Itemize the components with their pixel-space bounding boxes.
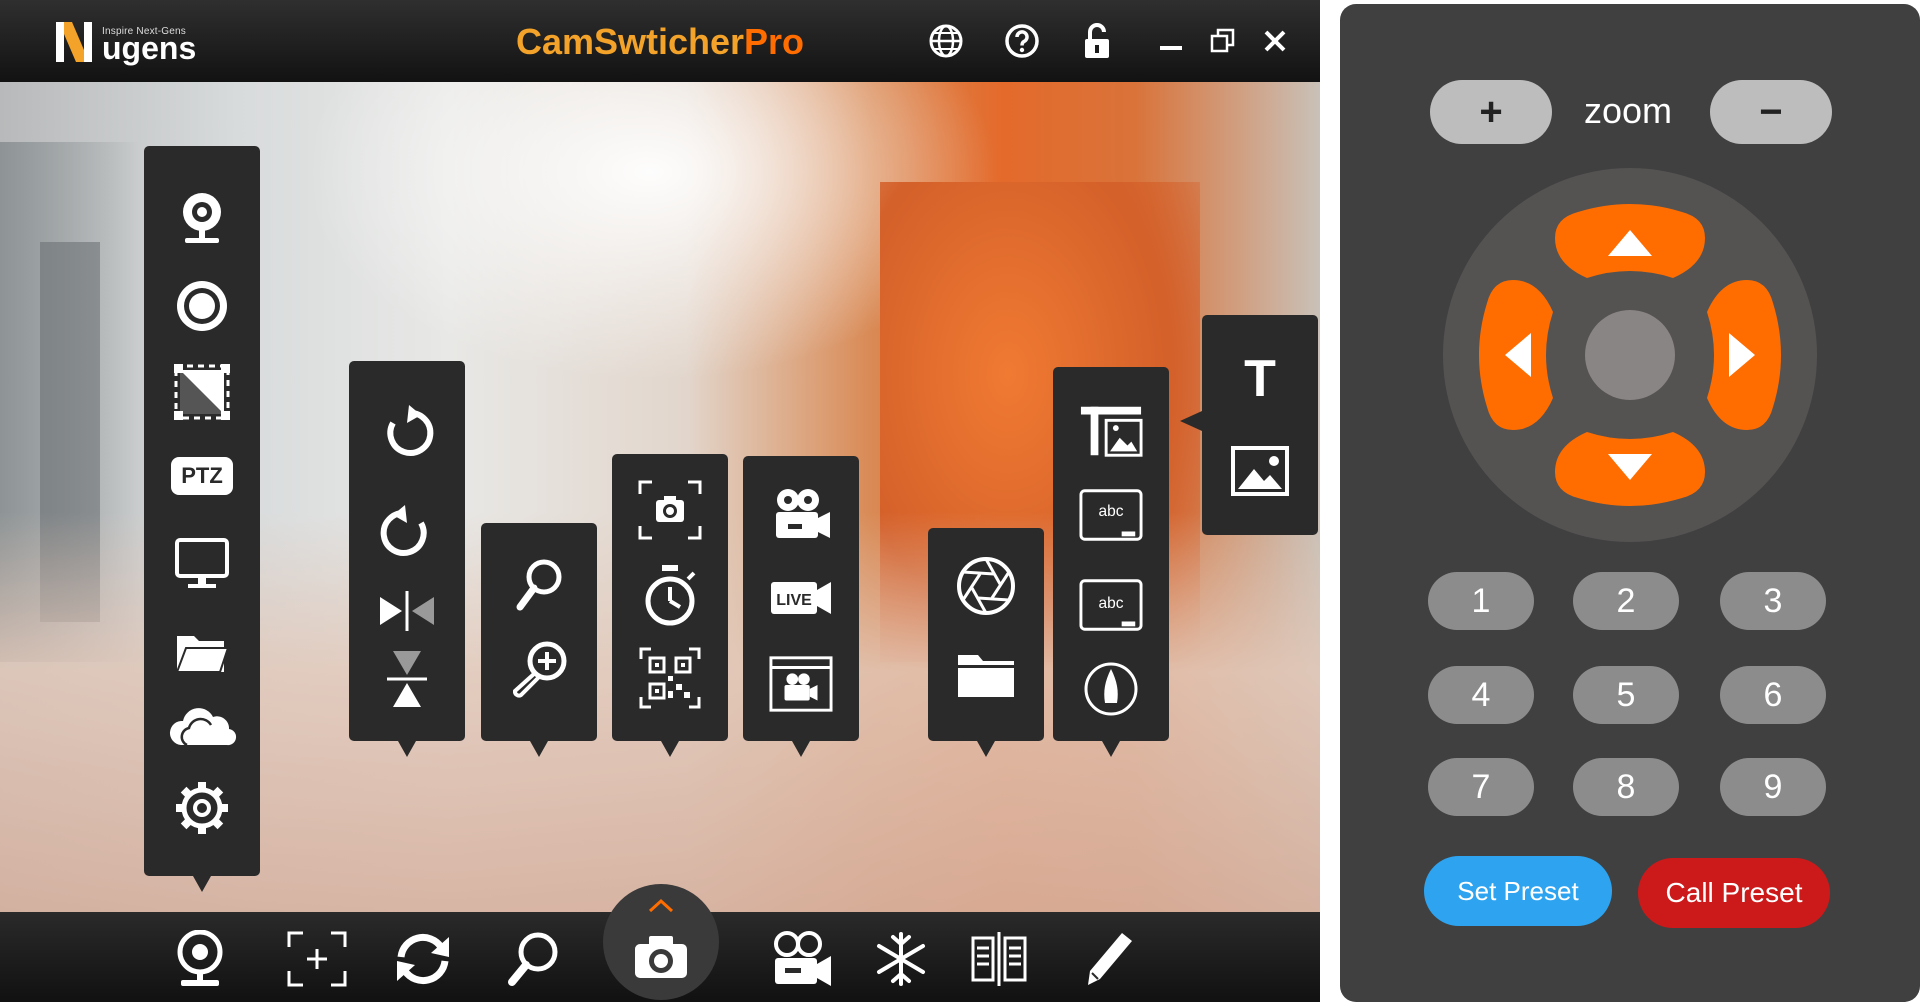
video-camera-icon[interactable] [769,482,833,546]
flip-vertical-icon[interactable] [375,647,439,711]
preset-button-8[interactable]: 8 [1573,758,1679,816]
zoom-out-button[interactable]: − [1710,80,1832,144]
restore-icon[interactable] [1202,20,1244,62]
preset-button-2[interactable]: 2 [1573,572,1679,630]
capture-tools-panel [612,454,728,757]
lens-icon[interactable] [170,274,234,338]
text-board-icon[interactable]: abc [1079,483,1143,547]
compare-icon[interactable] [966,926,1032,992]
live-icon[interactable]: LIVE [769,566,833,630]
pen-tip-icon[interactable] [1079,657,1143,721]
qr-code-icon[interactable] [638,646,702,710]
preset-button-5[interactable]: 5 [1573,666,1679,724]
camera-tools-panel: PTZ [144,146,260,892]
insert-tools-panel: T [1180,315,1318,535]
camera-icon [635,936,687,978]
live-label: LIVE [776,592,812,609]
pencil-icon[interactable] [1076,926,1142,992]
zoom-label: zoom [1583,90,1673,131]
ptz-label: PTZ [171,457,233,495]
text-icon[interactable]: T [1228,347,1292,411]
unlock-icon[interactable] [1076,20,1118,62]
preset-button-1[interactable]: 1 [1428,572,1534,630]
snapshot-icon[interactable] [638,478,702,542]
app-title-pro: Pro [744,21,805,62]
magnifier-icon[interactable] [500,926,566,992]
title-bar: Inspire Next-Gens ugens CamSwticherPro [0,0,1320,82]
rotate-ccw-icon[interactable] [375,401,439,465]
app-title: CamSwticherPro [0,22,1320,62]
zoom-in-button[interactable]: + [1430,80,1552,144]
video-camera-icon[interactable] [769,926,835,992]
preset-button-9[interactable]: 9 [1720,758,1826,816]
focus-frame-icon[interactable] [284,926,350,992]
zoom-tools-panel [481,523,597,757]
capture-button[interactable] [603,884,719,1000]
files-tools-panel [928,528,1044,757]
aperture-icon[interactable] [954,554,1018,618]
abc-label: abc [1099,503,1124,520]
direction-pad [1443,168,1817,542]
snowflake-icon[interactable] [868,926,934,992]
help-icon[interactable] [1001,20,1043,62]
webcam-icon[interactable] [167,926,233,992]
ptz-icon[interactable]: PTZ [162,444,242,508]
call-preset-button[interactable]: Call Preset [1638,858,1830,928]
preset-button-4[interactable]: 4 [1428,666,1534,724]
rotate-tools-panel [349,361,465,757]
crop-icon[interactable] [170,360,234,424]
gear-icon[interactable] [170,776,234,840]
ptz-remote-panel: + zoom − 1 2 3 4 5 6 7 8 9 Set Preset Ca… [1340,4,1920,1002]
overlay-tools-panel: abc abc [1053,367,1169,757]
set-preset-button[interactable]: Set Preset [1424,856,1612,926]
home-button[interactable] [1585,310,1675,400]
camswitcher-window: Inspire Next-Gens ugens CamSwticherPro P… [0,0,1320,1002]
monitor-icon[interactable] [170,532,234,596]
app-title-main: CamSwticher [515,21,745,62]
cloud-icon[interactable] [166,696,238,760]
image-icon[interactable] [1228,439,1292,503]
folder-icon[interactable] [170,620,234,684]
text-image-icon[interactable] [1079,399,1143,463]
preset-button-6[interactable]: 6 [1720,666,1826,724]
switch-icon[interactable] [390,926,456,992]
zoom-in-icon[interactable] [507,637,571,701]
folder-icon[interactable] [954,642,1018,706]
flip-horizontal-icon[interactable] [375,579,439,643]
video-window-icon[interactable] [769,652,833,716]
magnifier-icon[interactable] [507,553,571,617]
preset-button-7[interactable]: 7 [1428,758,1534,816]
globe-icon[interactable] [925,20,967,62]
minimize-icon[interactable] [1150,20,1192,62]
abc-label-2: abc [1099,595,1124,612]
video-tools-panel: LIVE [743,456,859,757]
text-icon-label: T [1244,350,1276,408]
rotate-cw-icon[interactable] [375,501,439,565]
chevron-up-icon[interactable] [647,898,675,914]
timer-icon[interactable] [638,564,702,628]
preset-button-3[interactable]: 3 [1720,572,1826,630]
text-board-2-icon[interactable]: abc [1079,573,1143,637]
close-icon[interactable] [1254,20,1296,62]
webcam-icon[interactable] [170,186,234,250]
